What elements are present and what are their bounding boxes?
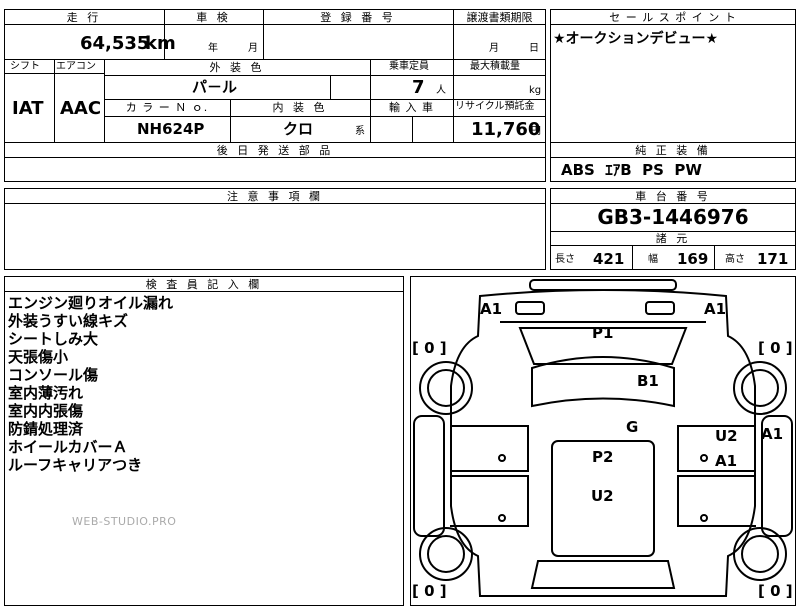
vehicle-info-table (4, 9, 546, 143)
damage-a1-front-right: A1 (704, 300, 727, 318)
tire-tread-front-left: [ 0 ] (412, 339, 447, 357)
capacity-header: 乗車定員 (389, 61, 429, 72)
exterior-color-value: パ－ル (192, 78, 238, 96)
mileage-unit: km (145, 33, 176, 54)
capacity-value: 7 (412, 77, 425, 98)
headlight-left (515, 301, 545, 315)
length-label: 長さ (555, 254, 575, 265)
mileage-value: 64,535 (80, 33, 150, 54)
inspection-month: 月 (248, 43, 258, 54)
inspector-notes-header: 検 査 員 記 入 欄 (145, 278, 263, 291)
remark-item: 天張傷小 (8, 348, 69, 366)
tire-tread-rear-right: [ 0 ] (758, 582, 793, 600)
inspector-notes-list: エンジン廻りオイル漏れ 外装うすい線キズ シートしみ大 天張傷小 コンソール傷 … (8, 294, 173, 474)
transfer-day: 日 (529, 43, 539, 54)
remark-item: ホイールカバーＡ (8, 438, 128, 456)
inspection-year: 年 (208, 43, 218, 54)
remark-item: 防錆処理済 (8, 420, 84, 438)
remark-item: シートしみ大 (8, 330, 99, 348)
transfer-month: 月 (489, 43, 499, 54)
chassis-header: 車 台 番 号 (635, 190, 711, 203)
shift-header: シフト (10, 61, 40, 72)
height-value: 171 (757, 250, 789, 268)
import-header: 輸 入 車 (389, 101, 434, 114)
specs-header: 諸 元 (655, 232, 691, 245)
length-value: 421 (593, 250, 625, 268)
remark-item: コンソール傷 (8, 366, 99, 384)
aircon-header: エアコン (56, 61, 96, 72)
headlight-right (645, 301, 675, 315)
damage-u2-center: U2 (591, 487, 614, 505)
later-parts-header: 後 日 発 送 部 品 (216, 144, 334, 157)
interior-suffix: 系 (355, 126, 365, 137)
remark-item: エンジン廻りオイル漏れ (8, 294, 174, 312)
shift-value: IAT (12, 98, 44, 119)
rear-window (530, 560, 676, 589)
damage-p2: P2 (592, 448, 614, 466)
remark-item: 室内薄汚れ (8, 384, 84, 402)
sales-point-text: ★オークションデビュー★ (553, 31, 719, 47)
damage-a1-edge: A1 (761, 425, 784, 443)
damage-a1-front-left: A1 (480, 300, 503, 318)
color-no-header: カ ラ ー Ｎ ｏ. (125, 101, 209, 114)
remark-item: 外装うすい線キズ (8, 312, 129, 330)
width-label: 幅 (648, 254, 658, 265)
capacity-unit: 人 (436, 85, 446, 96)
damage-a1-door: A1 (715, 452, 738, 470)
notes-header: 注 意 事 項 欄 (227, 190, 323, 203)
interior-color-header: 内 装 色 (272, 101, 328, 114)
remark-item: 室内内張傷 (8, 402, 84, 420)
max-load-header: 最大積載量 (470, 61, 520, 72)
registration-header: 登 録 番 号 (320, 11, 396, 24)
max-load-unit: kg (529, 85, 542, 96)
color-no-value: NH624P (137, 120, 205, 138)
remark-item: ルーフキャリアつき (8, 456, 143, 474)
width-value: 169 (677, 250, 709, 268)
sales-point-box (550, 9, 796, 143)
transfer-deadline-header: 譲渡書類期限 (466, 11, 533, 24)
tire-tread-rear-left: [ 0 ] (412, 582, 447, 600)
tire-tread-front-right: [ 0 ] (758, 339, 793, 357)
recycle-header: リサイクル預託金 (455, 101, 535, 112)
recycle-unit: 円 (531, 126, 541, 137)
interior-color-value: クロ (283, 120, 314, 138)
sales-point-header: セ ー ル ス ポ イ ン ト (609, 11, 737, 24)
genuine-equipment-value: ABS ｴｱB PS PW (561, 161, 702, 179)
aircon-value: AAC (60, 98, 102, 119)
damage-u2-right: U2 (715, 427, 738, 445)
height-label: 高さ (725, 254, 745, 265)
damage-p1: P1 (592, 324, 614, 342)
mileage-header: 走 行 (66, 11, 102, 24)
inspection-header: 車 検 (196, 11, 231, 24)
front-bumper (529, 279, 677, 291)
damage-b1: B1 (637, 372, 659, 390)
watermark: WEB-STUDIO.PRO (72, 515, 177, 528)
genuine-equipment-header: 純 正 装 備 (635, 144, 711, 157)
exterior-color-header: 外 装 色 (209, 61, 265, 74)
chassis-number-value: GB3-1446976 (597, 205, 749, 229)
damage-g: G (626, 418, 639, 436)
